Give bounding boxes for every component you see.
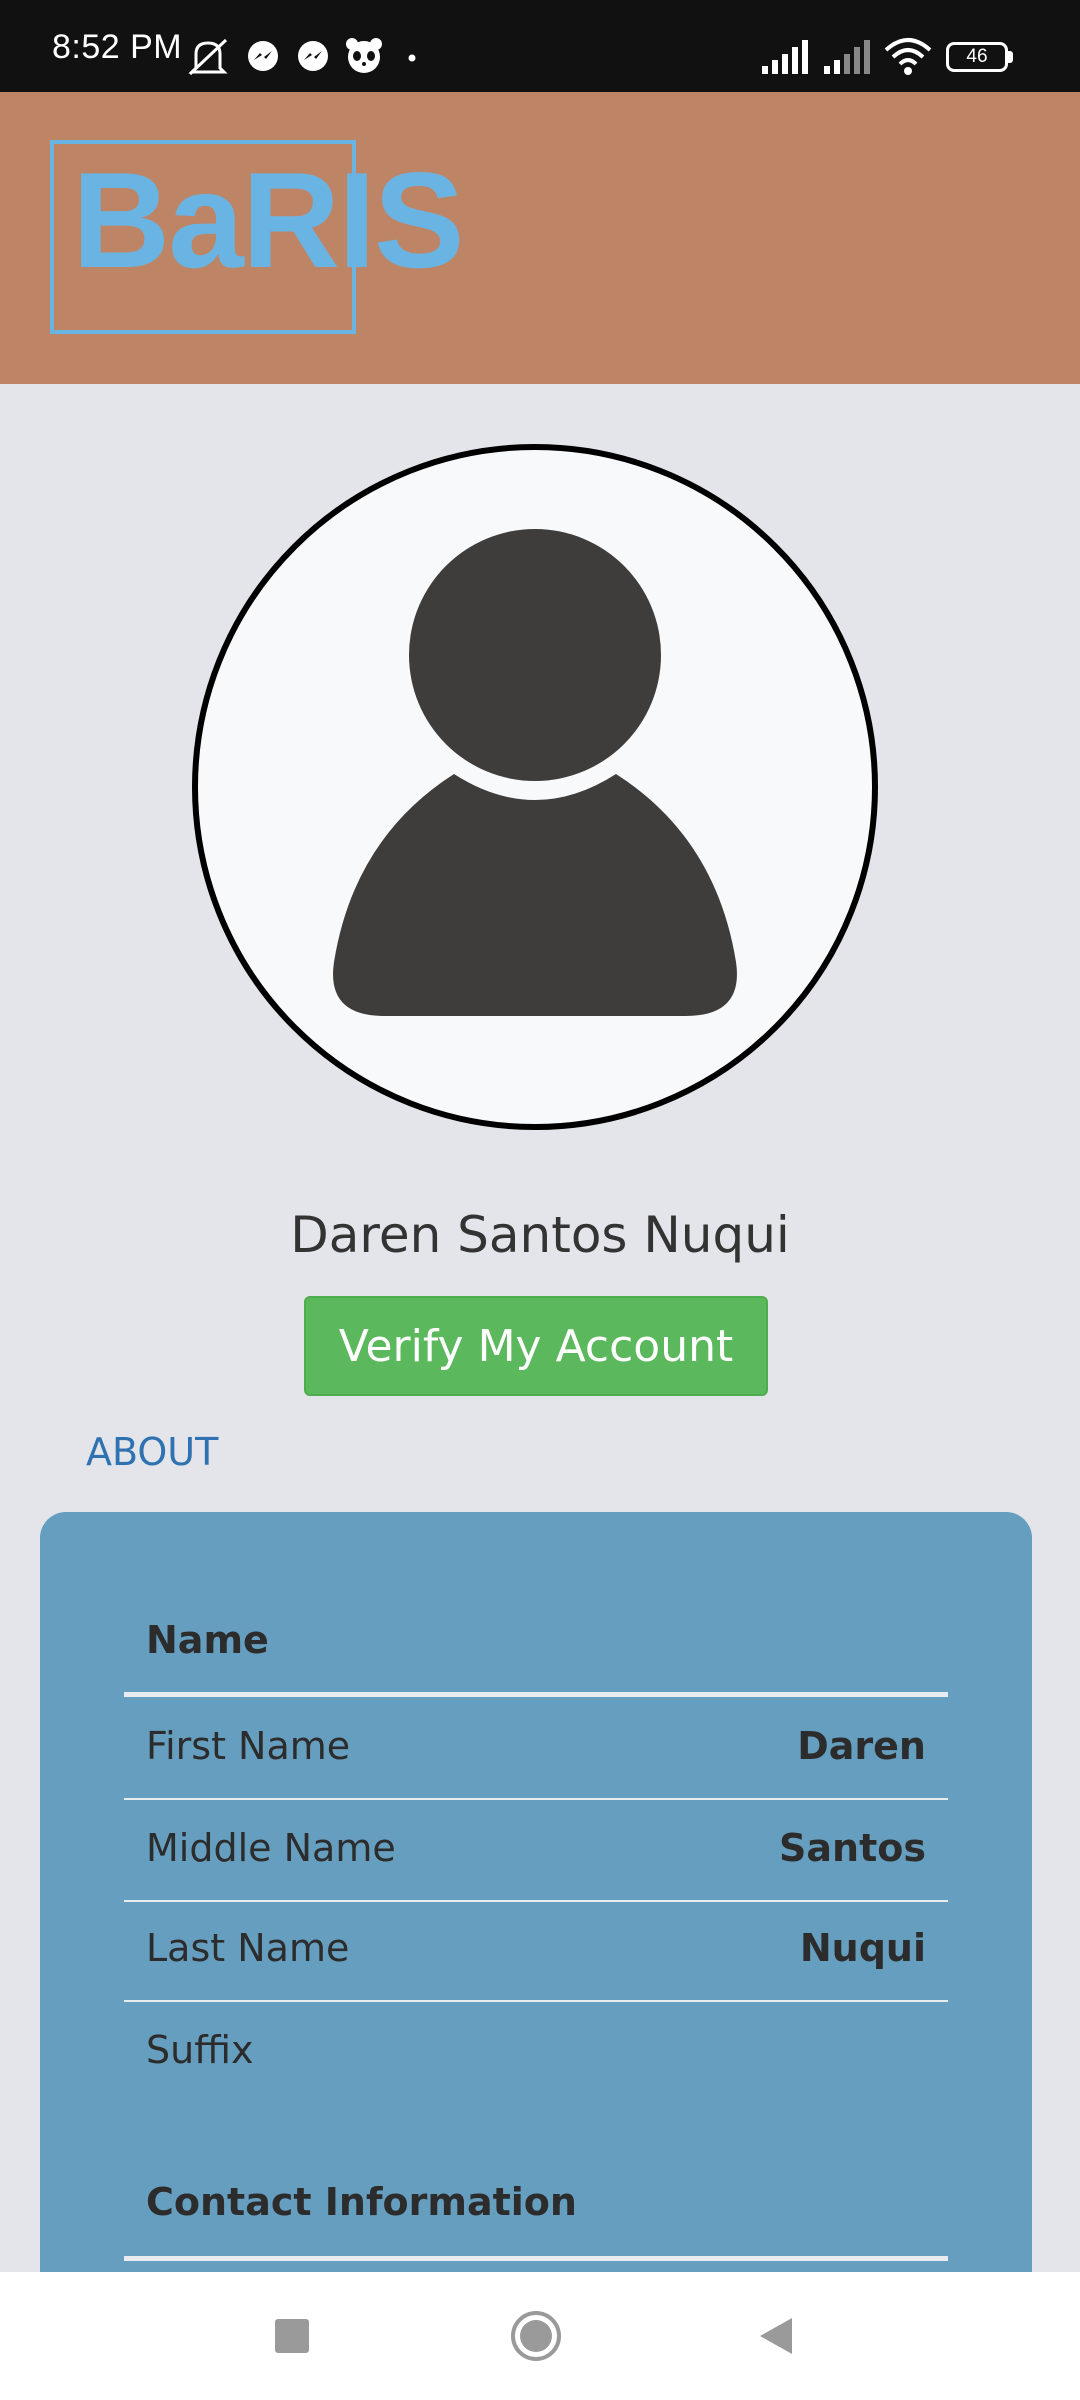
first-name-label: First Name [146,1724,351,1768]
middle-name-value: Santos [779,1826,926,1870]
contact-section-title: Contact Information [146,2180,577,2224]
battery-icon: 46 [946,42,1008,72]
recents-square-icon[interactable] [274,2318,310,2354]
first-name-value: Daren [797,1724,926,1768]
row-divider [124,1900,948,1902]
verify-account-button[interactable]: Verify My Account [304,1296,768,1396]
about-info-card: Name First Name Daren Middle Name Santos… [40,1512,1032,2272]
user-icon [333,529,737,1016]
app-header: BaRIS [0,92,1080,384]
status-bar: 8:52 PM 46 [0,0,1080,92]
messenger-icon [248,41,278,71]
back-triangle-icon[interactable] [758,2316,794,2356]
signal-icon [762,40,808,74]
wifi-icon [884,38,932,75]
dot-icon [408,54,416,62]
logo-text: BaRIS [72,144,465,296]
tab-about[interactable]: ABOUT [86,1430,218,1474]
section-divider [124,2256,948,2261]
app-logo[interactable]: BaRIS [50,140,465,334]
battery-level: 46 [966,46,988,67]
home-circle-icon[interactable] [510,2310,562,2362]
row-divider [124,2000,948,2002]
signal-icon [824,40,870,74]
battery-tip [1008,51,1013,63]
status-time: 8:52 PM [52,28,183,66]
mute-icon [188,38,228,76]
suffix-label: Suffix [146,2028,254,2072]
profile-avatar[interactable] [192,444,878,1130]
last-name-value: Nuqui [799,1926,926,1970]
system-nav-bar [0,2272,1080,2400]
profile-full-name: Daren Santos Nuqui [290,1206,790,1264]
last-name-label: Last Name [146,1926,350,1970]
panda-app-icon [346,38,382,73]
section-divider [124,1692,948,1697]
name-section-title: Name [146,1618,269,1662]
middle-name-label: Middle Name [146,1826,396,1870]
messenger-icon [298,41,328,71]
row-divider [124,1798,948,1800]
